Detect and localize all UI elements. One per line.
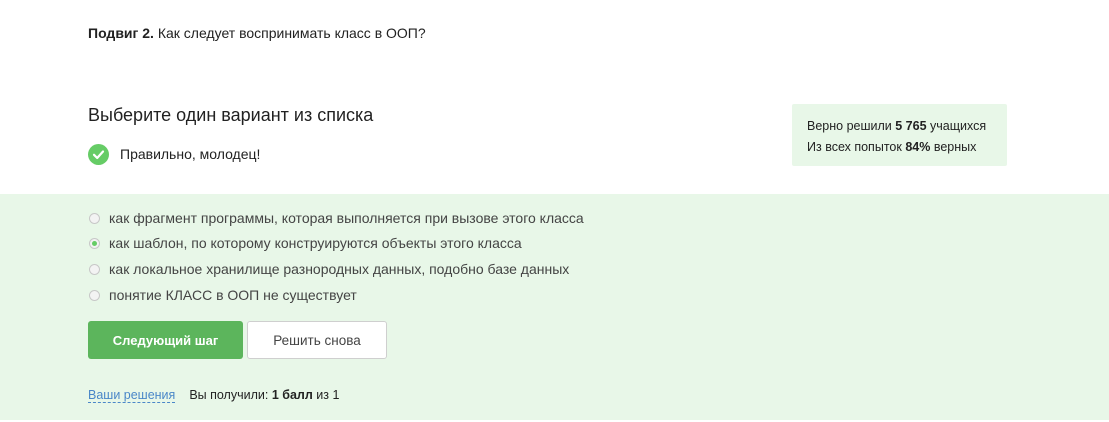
score-value: 1 балл bbox=[271, 388, 313, 402]
option-4[interactable]: понятие КЛАСС в ООП не существует bbox=[89, 286, 357, 304]
question-number: Подвиг 2. bbox=[88, 25, 154, 41]
stats-solved-count: 5 765 bbox=[895, 119, 927, 133]
question-text: Подвиг 2. Как следует воспринимать класс… bbox=[88, 25, 426, 41]
stats-solved-suffix: учащихся bbox=[930, 119, 987, 133]
radio-button[interactable] bbox=[89, 289, 100, 301]
option-label: понятие КЛАСС в ООП не существует bbox=[109, 287, 357, 303]
option-label: как фрагмент программы, которая выполняе… bbox=[109, 210, 584, 226]
answer-panel bbox=[0, 194, 1109, 420]
option-label: как шаблон, по которому конструируются о… bbox=[109, 235, 522, 251]
radio-button[interactable] bbox=[89, 263, 100, 275]
score-suffix: из 1 bbox=[316, 388, 340, 402]
radio-dot-icon bbox=[92, 240, 97, 246]
stats-solved-prefix: Верно решили bbox=[807, 119, 892, 133]
your-solutions-link[interactable]: Ваши решения bbox=[88, 388, 176, 403]
footer: Ваши решения Вы получили: 1 балл из 1 bbox=[88, 388, 339, 403]
stats-attempts-percent: 84% bbox=[905, 140, 931, 154]
feedback-text: Правильно, молодец! bbox=[120, 146, 261, 162]
stats-attempts-prefix: Из всех попыток bbox=[807, 140, 902, 154]
next-step-button[interactable]: Следующий шаг bbox=[88, 321, 243, 359]
radio-button-selected[interactable] bbox=[89, 237, 100, 249]
score-prefix: Вы получили: bbox=[189, 388, 269, 402]
stats-attempts-suffix: верных bbox=[933, 140, 977, 154]
check-icon bbox=[88, 143, 109, 165]
stats-attempts: Из всех попыток 84% верных bbox=[807, 137, 1007, 158]
stats-solved: Верно решили 5 765 учащихся bbox=[807, 116, 1007, 137]
score-text: Вы получили: 1 балл из 1 bbox=[189, 388, 339, 403]
option-3[interactable]: как локальное хранилище разнородных данн… bbox=[89, 260, 569, 278]
radio-button[interactable] bbox=[89, 212, 100, 224]
task-heading: Выберите один вариант из списка bbox=[88, 105, 374, 125]
option-label: как локальное хранилище разнородных данн… bbox=[109, 261, 570, 277]
option-2[interactable]: как шаблон, по которому конструируются о… bbox=[89, 234, 522, 252]
feedback-message: Правильно, молодец! bbox=[88, 143, 260, 165]
retry-button[interactable]: Решить снова bbox=[247, 321, 387, 359]
question-body: Как следует воспринимать класс в ООП? bbox=[157, 25, 426, 41]
option-1[interactable]: как фрагмент программы, которая выполняе… bbox=[89, 209, 584, 227]
stats-box: Верно решили 5 765 учащихся Из всех попы… bbox=[792, 104, 1007, 166]
